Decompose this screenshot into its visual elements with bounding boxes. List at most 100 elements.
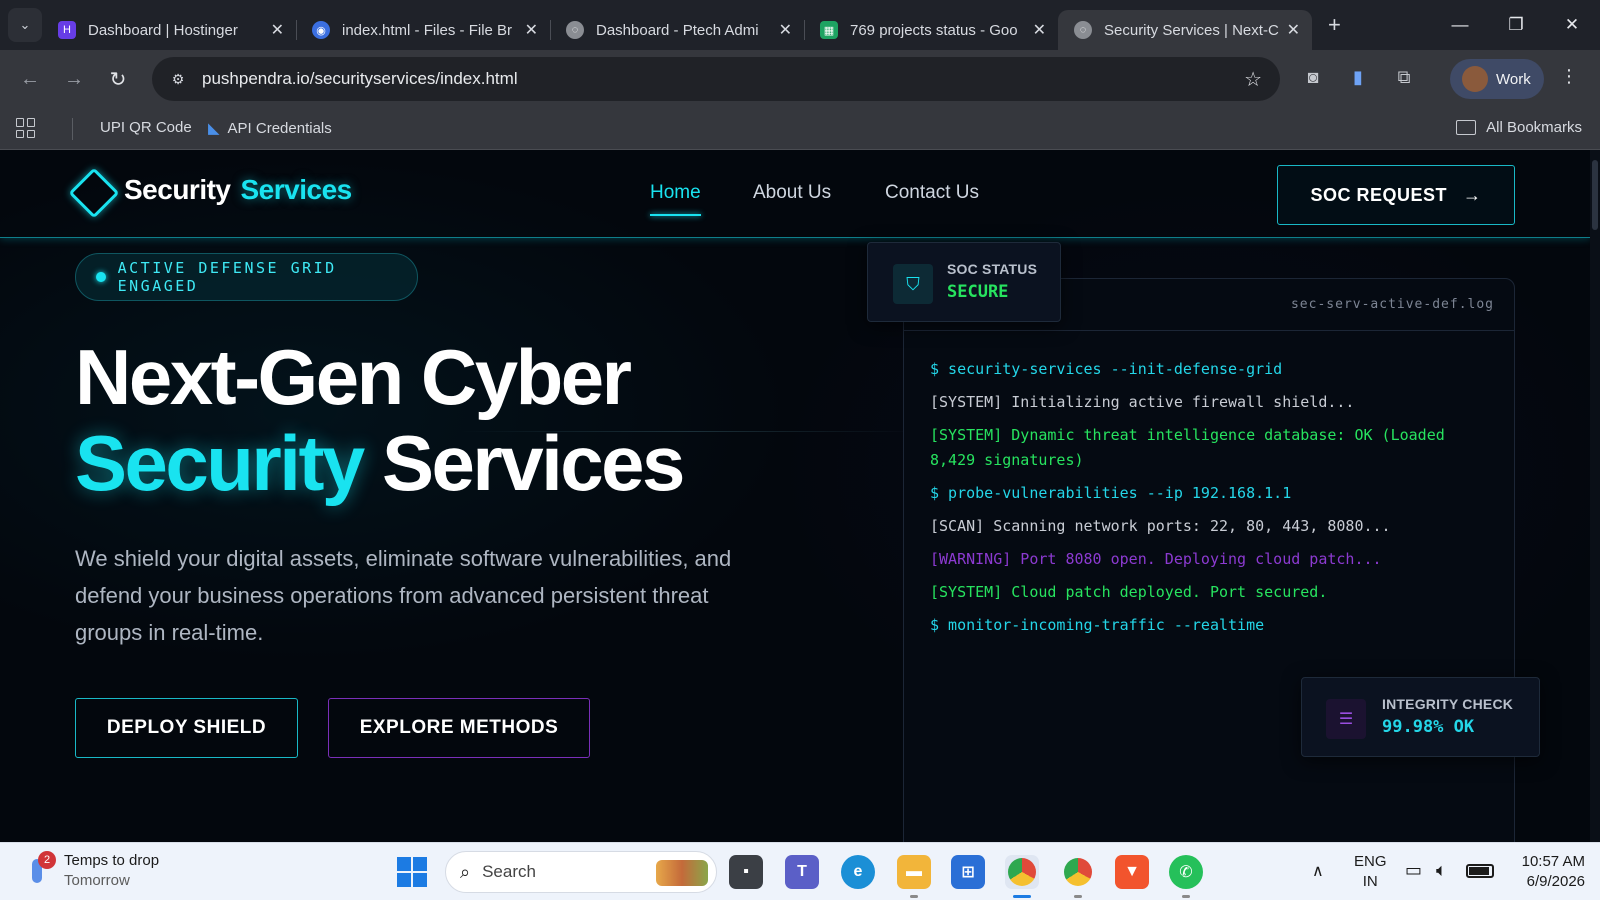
notification-badge: 2 <box>38 851 56 869</box>
bookmark-upi-qr[interactable]: UPI QR Code <box>100 119 192 136</box>
server-icon: ☰ <box>1326 699 1366 739</box>
battery-icon[interactable] <box>1466 864 1494 878</box>
integrity-label: INTEGRITY CHECK <box>1382 696 1514 712</box>
integrity-value: 99.98% OK <box>1382 717 1475 737</box>
browser-tab-active[interactable]: ◌ Security Services | Next-C ✕ <box>1058 10 1312 50</box>
store-icon[interactable]: ⊞ <box>951 855 985 889</box>
terminal-line: [WARNING] Port 8080 open. Deploying clou… <box>930 550 1382 568</box>
volume-icon[interactable]: 🔈︎ <box>1436 860 1447 881</box>
browser-tab[interactable]: ▦ 769 projects status - Goo ✕ <box>804 10 1058 50</box>
profile-button[interactable]: Work <box>1450 59 1544 99</box>
taskbar-search[interactable]: ⌕ Search <box>445 851 717 893</box>
terminal-line: $ security-services --init-defense-grid <box>930 360 1283 378</box>
language-indicator[interactable]: ENG IN <box>1354 852 1387 892</box>
file-explorer-icon[interactable]: ▪ <box>729 855 763 889</box>
teams-icon[interactable]: T <box>785 855 819 889</box>
search-highlight-art <box>656 860 708 886</box>
nav-home[interactable]: Home <box>650 182 701 216</box>
hostinger-icon: H <box>58 21 76 39</box>
integrity-check-card: ☰ INTEGRITY CHECK 99.98% OK <box>1301 677 1540 757</box>
bookmark-api-credentials[interactable]: ◣ API Credentials <box>208 119 332 138</box>
forward-icon[interactable]: → <box>52 68 96 91</box>
terminal-line: [SYSTEM] Dynamic threat intelligence dat… <box>930 426 1445 469</box>
browser-tab[interactable]: ◌ Dashboard - Ptech Admi ✕ <box>550 10 804 50</box>
whatsapp-icon[interactable]: ✆ <box>1169 855 1203 898</box>
close-tab-icon[interactable]: ✕ <box>779 20 792 40</box>
bookmark-star-icon[interactable]: ☆ <box>1244 67 1262 92</box>
bookmark-label: UPI QR Code <box>100 119 192 136</box>
globe-icon: ◌ <box>566 21 584 39</box>
folder-icon[interactable]: ▬ <box>897 855 931 898</box>
logo-word-services: Services <box>240 174 353 205</box>
reload-icon[interactable]: ↻ <box>96 67 140 92</box>
hero-rest-word: Services <box>381 419 685 507</box>
extensions-icon[interactable]: ⧉ <box>1392 67 1416 88</box>
restore-icon[interactable]: ❐ <box>1488 15 1544 35</box>
tab-title: Dashboard - Ptech Admi <box>596 21 759 39</box>
shield-icon: ⛉ <box>893 264 933 304</box>
apps-grid-icon[interactable] <box>16 118 36 138</box>
hero-title-line-1: Next-Gen Cyber <box>75 333 632 421</box>
close-tab-icon[interactable]: ✕ <box>1033 20 1046 40</box>
close-window-icon[interactable]: ✕ <box>1544 15 1600 35</box>
clock-time: 10:57 AM <box>1521 853 1585 870</box>
site-logo[interactable]: Security Services <box>124 174 352 206</box>
clock-date: 6/9/2026 <box>1526 873 1585 890</box>
chrome-icon[interactable] <box>1005 855 1039 898</box>
minimize-icon[interactable]: — <box>1432 15 1488 35</box>
terminal-line: [SCAN] Scanning network ports: 22, 80, 4… <box>930 517 1391 535</box>
browser-tab[interactable]: H Dashboard | Hostinger ✕ <box>42 10 296 50</box>
chevron-up-icon[interactable]: ∧ <box>1312 861 1324 881</box>
soc-request-button[interactable]: SOC REQUEST → <box>1277 165 1515 225</box>
page-scrollbar[interactable] <box>1590 150 1600 842</box>
nav-contact-us[interactable]: Contact Us <box>885 182 979 204</box>
window-controls: — ❐ ✕ <box>1432 0 1600 50</box>
close-tab-icon[interactable]: ✕ <box>1287 20 1300 40</box>
soc-status-card: ⛉ SOC STATUS SECURE <box>867 242 1061 322</box>
system-clock[interactable]: 10:57 AM 6/9/2026 <box>1505 852 1585 892</box>
address-bar[interactable]: ⚙ pushpendra.io/securityservices/index.h… <box>152 57 1280 101</box>
hero-title-line-2: Security Services <box>75 418 685 509</box>
nav-about-us[interactable]: About Us <box>753 182 831 204</box>
tab-search-button[interactable]: ⌄ <box>8 8 42 42</box>
hero-highlight-word: Security <box>75 419 365 507</box>
bookmarks-divider <box>72 118 73 140</box>
bookmark-label: API Credentials <box>227 119 332 137</box>
browser-tab[interactable]: ◉ index.html - Files - File Br ✕ <box>296 10 550 50</box>
close-tab-icon[interactable]: ✕ <box>525 20 538 40</box>
weather-widget[interactable]: 2 Temps to drop Tomorrow <box>24 851 159 891</box>
tab-title: 769 projects status - Goo <box>850 21 1018 39</box>
web-page: Security Services Home About Us Contact U… <box>0 150 1600 842</box>
new-tab-button[interactable]: + <box>1328 12 1341 38</box>
site-settings-icon[interactable]: ⚙ <box>164 65 192 93</box>
scrollbar-thumb[interactable] <box>1592 160 1598 230</box>
terminal-line: [SYSTEM] Initializing active firewall sh… <box>930 393 1355 411</box>
terminal-log: $ security-services --init-defense-grid … <box>930 357 1490 646</box>
soc-request-label: SOC REQUEST <box>1310 184 1448 205</box>
terminal-line: $ probe-vulnerabilities --ip 192.168.1.1 <box>930 484 1292 502</box>
all-bookmarks-label: All Bookmarks <box>1486 119 1582 136</box>
terminal-line: [SYSTEM] Cloud patch deployed. Port secu… <box>930 583 1328 601</box>
explore-methods-button[interactable]: EXPLORE METHODS <box>328 698 590 758</box>
diamond-logo-icon <box>68 167 120 219</box>
url-text[interactable]: pushpendra.io/securityservices/index.htm… <box>202 69 518 89</box>
logo-word-security: Security <box>124 174 231 205</box>
back-icon[interactable]: ← <box>8 68 52 91</box>
browser-toolbar: ← → ↻ ⚙ pushpendra.io/securityservices/i… <box>0 50 1600 108</box>
soc-status-value: SECURE <box>947 282 1009 302</box>
camera-icon[interactable]: ◙ <box>1301 67 1325 88</box>
menu-kebab-icon[interactable]: ⋮ <box>1560 66 1578 87</box>
chrome-profile-icon[interactable] <box>1061 855 1095 898</box>
extension-doc-icon[interactable]: ▮ <box>1346 67 1370 88</box>
windows-start-icon[interactable] <box>397 857 427 887</box>
network-icon[interactable]: ▭ <box>1405 860 1422 881</box>
terminal-filename: sec-serv-active-def.log <box>1290 297 1494 312</box>
all-bookmarks-button[interactable]: All Bookmarks <box>1456 119 1582 136</box>
brave-icon[interactable]: ▼ <box>1115 855 1149 889</box>
close-tab-icon[interactable]: ✕ <box>271 20 284 40</box>
weather-title: Temps to drop <box>64 852 160 869</box>
edge-icon[interactable]: e <box>841 855 875 889</box>
profile-label: Work <box>1496 70 1531 88</box>
status-dot-icon <box>96 272 106 282</box>
deploy-shield-button[interactable]: DEPLOY SHIELD <box>75 698 298 758</box>
